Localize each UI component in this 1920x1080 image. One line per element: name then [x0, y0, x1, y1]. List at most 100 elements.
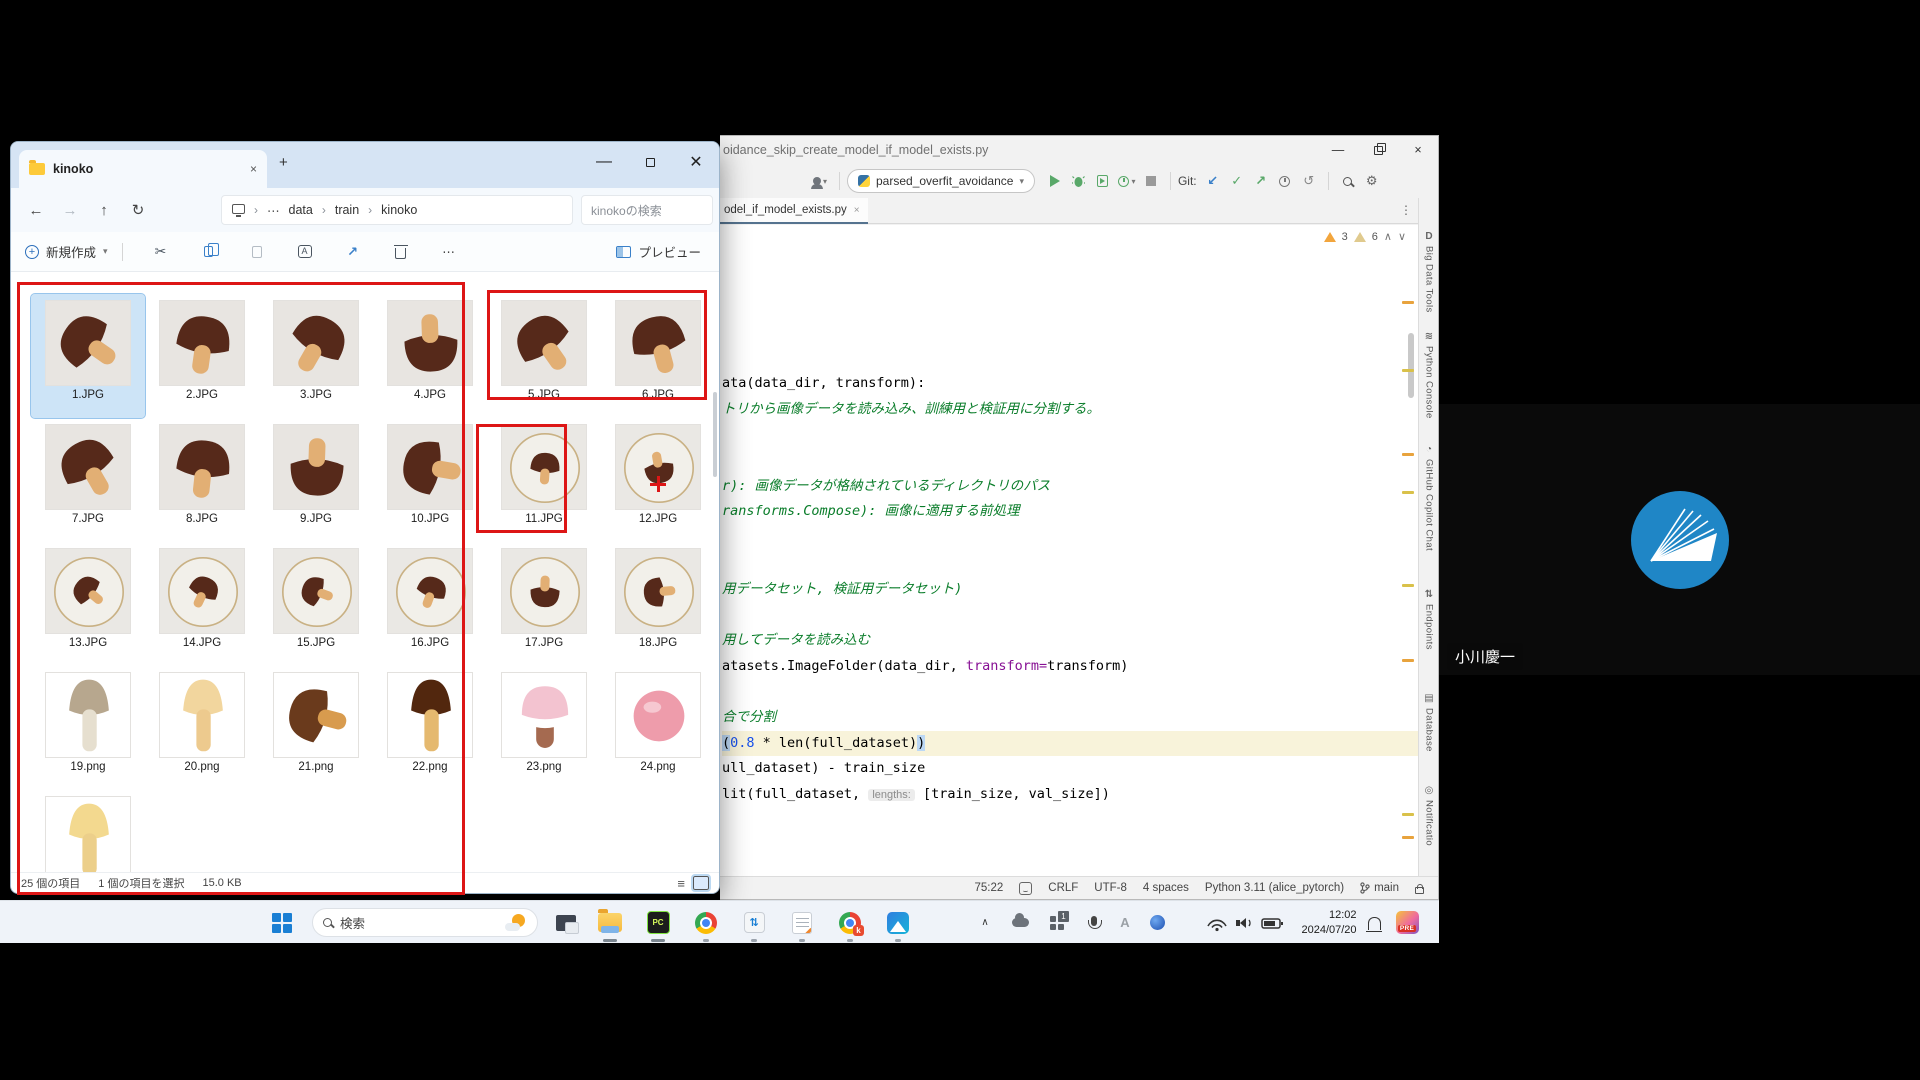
- file-thumbnail[interactable]: [615, 548, 701, 634]
- icons-view-button[interactable]: [693, 876, 709, 890]
- explorer-close-button[interactable]: ✕: [673, 142, 719, 182]
- breadcrumb[interactable]: › ⋯ data›train›kinoko: [221, 195, 573, 225]
- file-encoding[interactable]: UTF-8: [1094, 882, 1127, 894]
- stop-button[interactable]: [1139, 169, 1163, 193]
- tool-window-button-big-data-tools[interactable]: DBig Data Tools: [1419, 231, 1439, 313]
- code-editor[interactable]: 3 6 ∧ ∨ ata(data_dir, transform):トリから画像デ…: [720, 225, 1418, 876]
- back-button[interactable]: ←: [19, 202, 53, 219]
- stripe-mark[interactable]: [1402, 836, 1414, 839]
- explorer-scrollbar[interactable]: [713, 392, 717, 477]
- ime-mode-tray-icon[interactable]: A: [1112, 901, 1138, 944]
- file-item-23.png[interactable]: 23.png: [487, 666, 601, 790]
- delete-button[interactable]: [377, 244, 425, 259]
- search-box[interactable]: kinokoの検索: [581, 195, 713, 225]
- file-item-18.JPG[interactable]: 18.JPG: [601, 542, 715, 666]
- pre-app-tray-icon[interactable]: PRE: [1390, 901, 1424, 944]
- pycharm-close-button[interactable]: ×: [1398, 136, 1438, 164]
- file-thumbnail[interactable]: [615, 672, 701, 758]
- debug-button[interactable]: [1067, 169, 1091, 193]
- git-commit-button[interactable]: ✓: [1225, 169, 1249, 193]
- browser-app[interactable]: [688, 901, 724, 944]
- settings-button[interactable]: ⚙: [1360, 169, 1384, 193]
- stripe-mark[interactable]: [1402, 453, 1414, 456]
- stripe-mark[interactable]: [1402, 491, 1414, 494]
- pycharm-minimize-button[interactable]: —: [1318, 136, 1358, 164]
- run-configuration-select[interactable]: parsed_overfit_avoidance ▾: [847, 169, 1035, 193]
- network-volume-battery[interactable]: [1196, 901, 1296, 944]
- notes-app[interactable]: [784, 901, 820, 944]
- this-pc-icon[interactable]: [232, 204, 245, 214]
- up-button[interactable]: ↑: [87, 202, 121, 219]
- preview-toggle[interactable]: プレビュー: [616, 242, 701, 261]
- new-button[interactable]: + 新規作成 ▾: [25, 242, 108, 261]
- git-update-button[interactable]: ↙: [1201, 169, 1225, 193]
- tray-expand-button[interactable]: ∧: [972, 901, 998, 944]
- explorer-tab[interactable]: kinoko ×: [19, 150, 267, 188]
- file-thumbnail[interactable]: [501, 672, 587, 758]
- paste-button[interactable]: [233, 246, 281, 258]
- share-button[interactable]: ↗: [329, 244, 377, 260]
- interpreter[interactable]: Python 3.11 (alice_pytorch): [1205, 882, 1344, 894]
- explorer-maximize-button[interactable]: [627, 142, 673, 182]
- lock-icon[interactable]: [1415, 887, 1424, 894]
- refresh-button[interactable]: ↻: [121, 201, 155, 219]
- stripe-mark[interactable]: [1402, 659, 1414, 662]
- git-branch-widget[interactable]: main: [1360, 882, 1399, 894]
- tab-close-icon[interactable]: ×: [854, 205, 860, 216]
- badge-app-tray-icon[interactable]: 1: [1042, 901, 1072, 944]
- file-explorer-app[interactable]: [592, 901, 628, 944]
- tool-window-button-python-console[interactable]: ≋Python Console: [1419, 331, 1439, 419]
- breadcrumb-item-data[interactable]: data: [289, 203, 313, 217]
- next-warning-icon[interactable]: ∨: [1398, 230, 1406, 243]
- browser-profile-app[interactable]: k: [832, 901, 868, 944]
- editor-tab[interactable]: odel_if_model_exists.py ×: [720, 198, 868, 224]
- search-everywhere-button[interactable]: [1336, 169, 1360, 193]
- tool-window-button-github-copilot-chat[interactable]: ◔GitHub Copilot Chat: [1419, 444, 1439, 551]
- prev-warning-icon[interactable]: ∧: [1384, 230, 1392, 243]
- more-tabs-icon[interactable]: ⋮: [1400, 203, 1412, 217]
- new-tab-button[interactable]: +: [279, 154, 288, 171]
- git-push-button[interactable]: ↗: [1249, 169, 1273, 193]
- file-thumbnail[interactable]: [615, 424, 701, 510]
- details-view-button[interactable]: ≡: [677, 876, 685, 891]
- editor-scrollbar[interactable]: [1408, 333, 1414, 398]
- tool-window-button-database[interactable]: ▤Database: [1419, 693, 1439, 752]
- app-sphere-tray-icon[interactable]: [1142, 901, 1172, 944]
- indent-setting[interactable]: 4 spaces: [1143, 882, 1189, 894]
- task-view-button[interactable]: [548, 901, 584, 944]
- pycharm-restore-button[interactable]: [1358, 136, 1398, 164]
- breadcrumb-item-kinoko[interactable]: kinoko: [381, 203, 417, 217]
- start-button[interactable]: [262, 901, 302, 944]
- file-thumbnail[interactable]: [501, 548, 587, 634]
- accessibility-icon[interactable]: [1019, 882, 1032, 895]
- forward-button[interactable]: →: [53, 202, 87, 219]
- explorer-minimize-button[interactable]: —: [581, 142, 627, 182]
- phone-link-app[interactable]: ⇅: [736, 901, 772, 944]
- more-options-button[interactable]: ⋯: [425, 244, 473, 259]
- user-icon[interactable]: ▾: [808, 169, 832, 193]
- photos-app[interactable]: [880, 901, 916, 944]
- breadcrumb-ellipsis[interactable]: ⋯: [267, 203, 280, 218]
- taskbar-search[interactable]: 検索: [312, 908, 538, 937]
- stripe-mark[interactable]: [1402, 813, 1414, 816]
- onedrive-tray-icon[interactable]: [1006, 901, 1034, 944]
- file-item-17.JPG[interactable]: 17.JPG: [487, 542, 601, 666]
- microphone-tray-icon[interactable]: [1080, 901, 1108, 944]
- rename-button[interactable]: A: [281, 245, 329, 258]
- cut-button[interactable]: ✂: [137, 243, 185, 260]
- rollback-button[interactable]: ↺: [1297, 169, 1321, 193]
- run-button[interactable]: [1043, 169, 1067, 193]
- pycharm-app[interactable]: PC: [640, 901, 676, 944]
- notifications-tray[interactable]: [1360, 901, 1388, 944]
- inspections-widget[interactable]: 3 6 ∧ ∨: [1324, 230, 1406, 243]
- run-with-coverage-button[interactable]: [1091, 169, 1115, 193]
- stripe-mark[interactable]: [1402, 584, 1414, 587]
- clock-tray[interactable]: 12:02 2024/07/20: [1292, 901, 1366, 944]
- copy-button[interactable]: [185, 246, 233, 257]
- caret-position[interactable]: 75:22: [974, 882, 1003, 894]
- stripe-mark[interactable]: [1402, 301, 1414, 304]
- stripe-mark[interactable]: [1402, 369, 1414, 372]
- file-item-24.png[interactable]: 24.png: [601, 666, 715, 790]
- profiler-button[interactable]: ▾: [1115, 169, 1139, 193]
- breadcrumb-item-train[interactable]: train: [335, 203, 359, 217]
